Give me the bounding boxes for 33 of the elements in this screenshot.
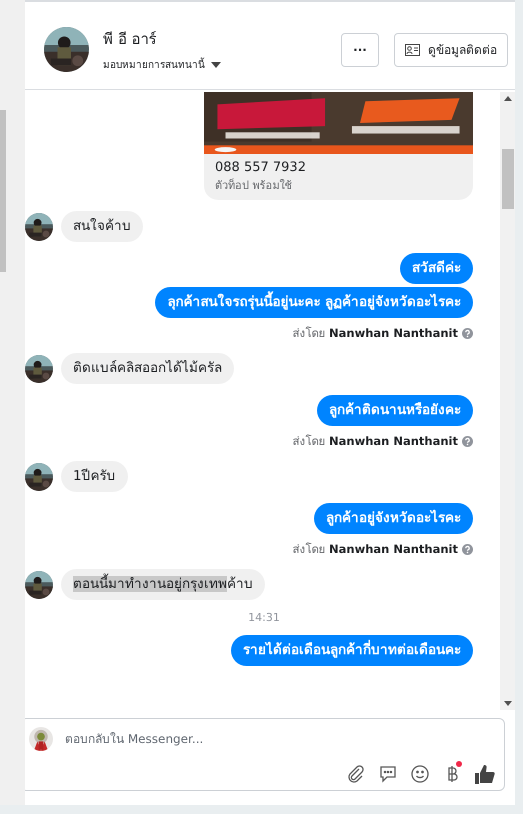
help-icon[interactable] xyxy=(462,544,473,554)
message-bubble: 1ปีครับ xyxy=(61,461,128,492)
contact-name: พี อี อาร์ xyxy=(103,29,158,50)
caret-icon[interactable] xyxy=(211,62,221,68)
more-button[interactable]: ··· xyxy=(341,32,379,66)
message-bubble: สวัสดีค่ะ xyxy=(400,253,473,284)
message-bubble: ลุกค้าสนใจรถรุ่นนี้อยู่นะคะ ลูฏค้าอยู่จังหวัดอะไรคะ xyxy=(155,287,473,318)
message-bubble: ติดแบล์คลิสออกได้ไม้ครัล xyxy=(61,353,234,384)
scrollbar-thumb[interactable] xyxy=(502,149,514,209)
scrollbar-thumb[interactable] xyxy=(0,110,6,272)
sent-by-label: ส่งโดย Nanwhan Nanthanit xyxy=(292,325,458,342)
listing-subtitle: ตัวท็อป พร้อมใช้ xyxy=(214,177,292,194)
message-bubble: ลูกค้าอยู่จังหวัดอะไรคะ xyxy=(314,503,473,534)
message-bubble: สนใจค้าบ xyxy=(61,211,143,242)
paperclip-icon[interactable] xyxy=(346,764,366,784)
smiley-icon[interactable] xyxy=(410,764,430,784)
contact-card-icon xyxy=(405,44,420,56)
sent-by-label: ส่งโดย Nanwhan Nanthanit xyxy=(292,433,458,450)
listing-phone: 088 557 7932 xyxy=(214,159,307,177)
thumbs-up-icon[interactable] xyxy=(474,763,496,785)
timestamp: 14:31 xyxy=(248,611,280,624)
assign-link[interactable]: มอบหมายการสนทนานี้ xyxy=(103,57,205,72)
help-icon[interactable] xyxy=(462,436,473,446)
listing-card[interactable]: 088 557 7932 ตัวท็อป พร้อมใช้ xyxy=(204,92,473,200)
message-bubble: ตอนนี้มาทำงานอยู่กรุงเทพค้าบ xyxy=(61,569,265,600)
scroll-down-icon[interactable] xyxy=(504,701,512,706)
message-bubble: รายได้ต่อเดือนลูกค้ากี่บาทต่อเดือนคะ xyxy=(231,635,473,666)
contact-info-button[interactable]: ดูข้อมูลติดต่อ xyxy=(394,32,508,66)
help-icon[interactable] xyxy=(462,328,473,338)
chat-bubble-icon[interactable] xyxy=(378,764,398,784)
sent-by-label: ส่งโดย Nanwhan Nanthanit xyxy=(292,541,458,558)
scroll-up-icon[interactable] xyxy=(504,96,512,101)
message-bubble: ลูกค้าติดนานหรือยังคะ xyxy=(317,395,473,426)
